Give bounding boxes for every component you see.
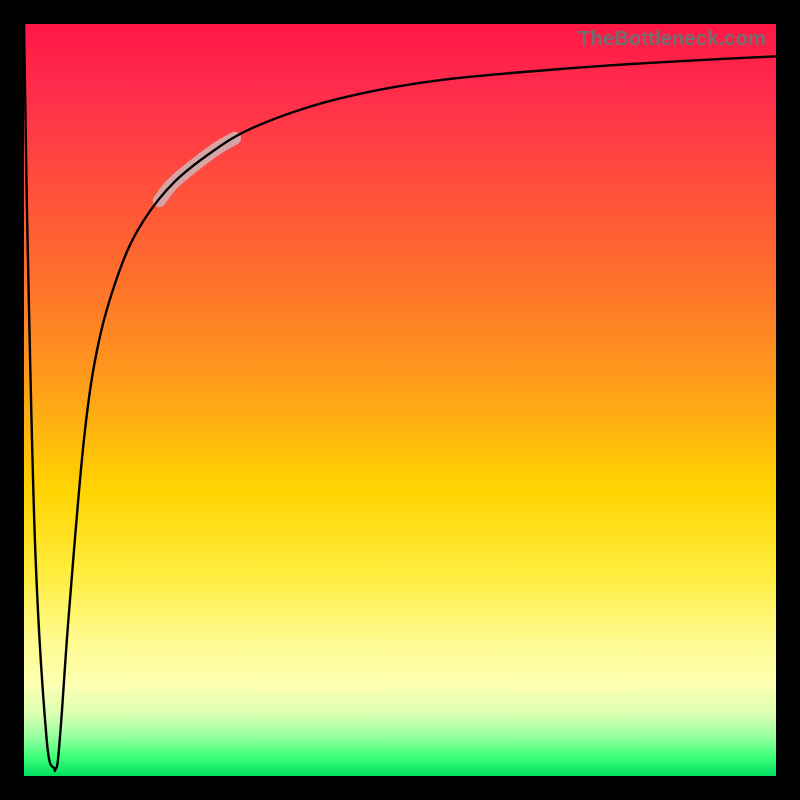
plot-area: TheBottleneck.com: [24, 24, 776, 776]
chart-frame: TheBottleneck.com: [0, 0, 800, 800]
curve-layer: [24, 24, 776, 776]
curve-highlight: [159, 138, 234, 200]
bottleneck-curve: [24, 24, 776, 771]
watermark-label: TheBottleneck.com: [578, 28, 766, 51]
